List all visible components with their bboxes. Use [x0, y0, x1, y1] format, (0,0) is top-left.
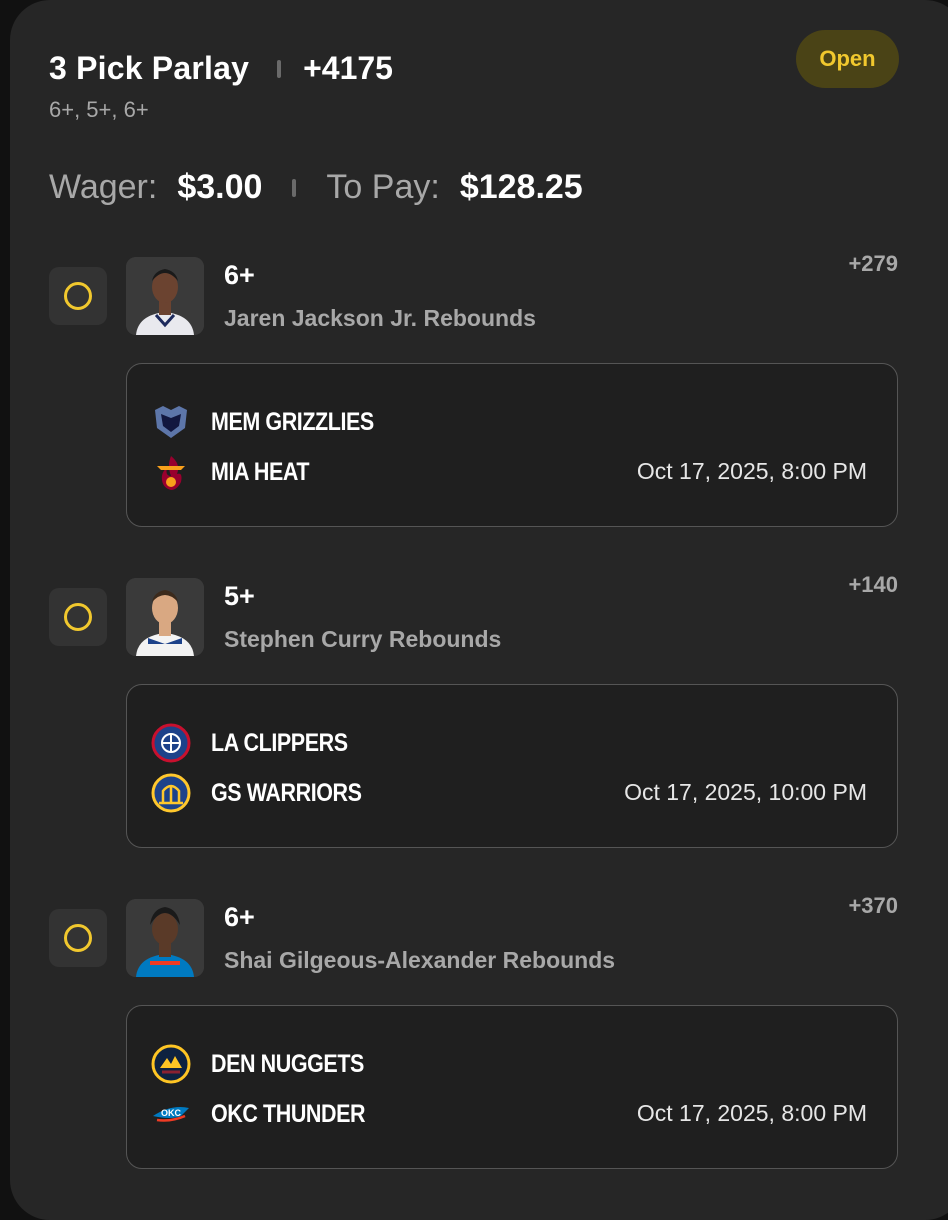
pick-status-toggle[interactable] [49, 588, 107, 646]
grizzlies-logo-icon [151, 402, 191, 442]
game-info[interactable]: DEN NUGGETS OKC OKC THUNDER Oct 17, 2025… [126, 1005, 898, 1169]
thunder-logo-icon: OKC [151, 1094, 191, 1134]
pick-market: Stephen Curry Rebounds [224, 626, 502, 652]
pick-line: 5+ [224, 581, 255, 611]
pending-circle-icon [64, 924, 92, 952]
game-info[interactable]: MEM GRIZZLIES MIA HEAT Oct 17, 2025, 8:0… [126, 363, 898, 527]
warriors-logo-icon [151, 773, 191, 813]
team-name: GS WARRIORS [211, 778, 362, 807]
team-name: LA CLIPPERS [211, 728, 348, 757]
pick-odds: +140 [848, 572, 898, 597]
team-row: OKC OKC THUNDER [151, 1094, 390, 1134]
pending-circle-icon [64, 603, 92, 631]
game-info[interactable]: LA CLIPPERS GS WARRIORS Oct 17, 2025, 10… [126, 684, 898, 848]
player-headshot-icon [126, 578, 204, 656]
team-name: DEN NUGGETS [211, 1049, 364, 1078]
pending-circle-icon [64, 282, 92, 310]
team-name: MIA HEAT [211, 457, 310, 486]
game-time: Oct 17, 2025, 8:00 PM [636, 1100, 867, 1126]
team-name: OKC THUNDER [211, 1099, 366, 1128]
clippers-logo-icon [151, 723, 191, 763]
nuggets-logo-icon [151, 1044, 191, 1084]
pick-line: 6+ [224, 902, 255, 932]
team-row: MEM GRIZZLIES [151, 402, 400, 442]
pick-item: 6+ Shai Gilgeous-Alexander Rebounds +370… [0, 0, 948, 1169]
game-time: Oct 17, 2025, 8:00 PM [636, 458, 867, 484]
pick-odds: +370 [848, 893, 898, 918]
pick-market: Jaren Jackson Jr. Rebounds [224, 305, 536, 331]
team-name: MEM GRIZZLIES [211, 407, 374, 436]
pick-market: Shai Gilgeous-Alexander Rebounds [224, 947, 616, 973]
team-row: MIA HEAT [151, 452, 325, 492]
svg-text:OKC: OKC [161, 1108, 182, 1118]
pick-status-toggle[interactable] [49, 909, 107, 967]
team-row: GS WARRIORS [151, 773, 386, 813]
team-row: DEN NUGGETS [151, 1044, 389, 1084]
player-headshot-icon [126, 899, 204, 977]
heat-logo-icon [151, 452, 191, 492]
game-time: Oct 17, 2025, 10:00 PM [624, 779, 867, 805]
team-row: LA CLIPPERS [151, 723, 370, 763]
